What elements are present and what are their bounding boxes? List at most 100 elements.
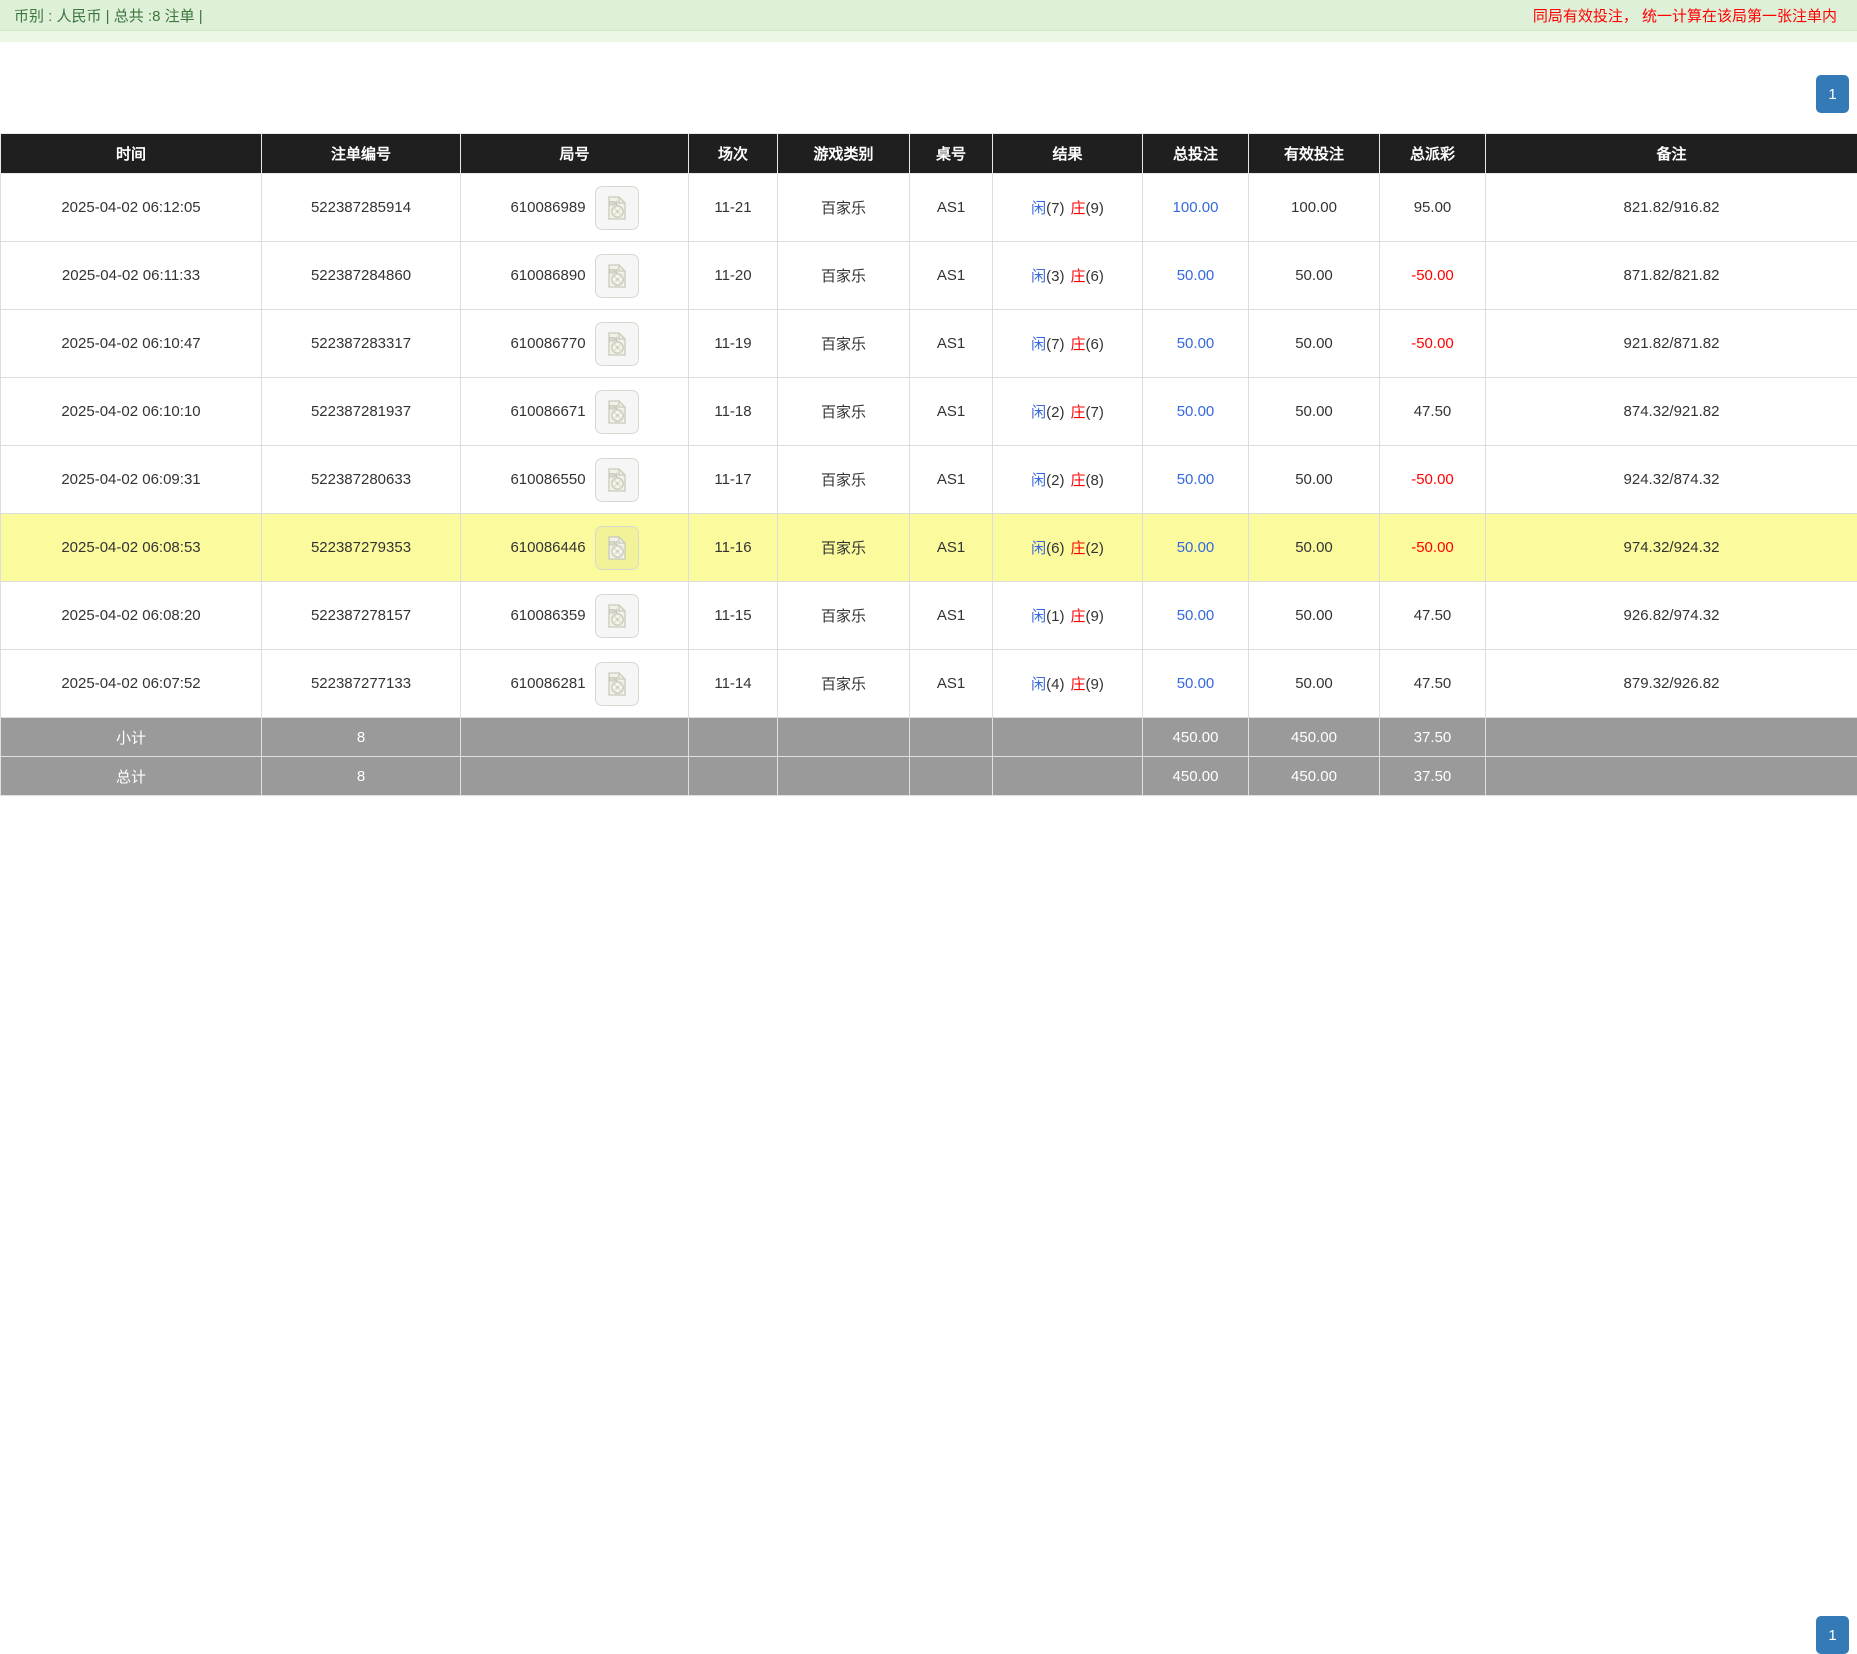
video-replay-button[interactable] [595,594,639,638]
session-cell: 11-18 [689,378,778,446]
banker-result-score: (9) [1086,676,1104,693]
footer-empty-session-cell [689,718,778,757]
remark-cell: 926.82/974.32 [1486,582,1857,650]
table-number-cell: AS1 [910,582,993,650]
topbar-lower-strip [0,31,1857,42]
bet-number-cell: 522387284860 [262,242,461,310]
banker-result-label: 庄 [1071,608,1086,625]
video-replay-button[interactable] [595,186,639,230]
total-bet-link[interactable]: 50.00 [1177,267,1215,284]
round-number-wrap: 610086550 [465,458,684,502]
video-replay-button[interactable] [595,390,639,434]
result-cell: 闲(1)庄(9) [993,582,1143,650]
video-replay-icon [604,467,630,493]
round-number-text: 610086550 [510,471,585,488]
video-replay-button[interactable] [595,322,639,366]
footer-empty-round-cell [461,757,689,796]
footer-empty-session-cell [689,757,778,796]
footer-payout-cell: 37.50 [1380,757,1486,796]
footer-empty-game-cell [778,718,910,757]
table-body: 2025-04-02 06:12:05522387285914610086989… [1,174,1857,718]
player-result-score: (2) [1046,404,1064,421]
total-bet-link[interactable]: 50.00 [1177,539,1215,556]
footer-total-bet-cell: 450.00 [1143,718,1249,757]
round-number-cell: 610086550 [461,446,689,514]
game-type-cell: 百家乐 [778,514,910,582]
video-replay-icon [604,671,630,697]
valid-bet-cell: 50.00 [1249,242,1380,310]
table-row: 2025-04-02 06:07:52522387277133610086281… [1,650,1857,718]
col-header-result: 结果 [993,134,1143,174]
game-type-cell: 百家乐 [778,650,910,718]
player-result-label: 闲 [1031,608,1046,625]
total-bet-link[interactable]: 50.00 [1177,335,1215,352]
session-cell: 11-14 [689,650,778,718]
col-header-remark: 备注 [1486,134,1857,174]
total-bet-link[interactable]: 50.00 [1177,675,1215,692]
total-bet-link[interactable]: 50.00 [1177,607,1215,624]
total-bet-cell: 50.00 [1143,446,1249,514]
footer-empty-result-cell [993,757,1143,796]
video-replay-button[interactable] [595,458,639,502]
bet-records-table: 时间 注单编号 局号 场次 游戏类别 桌号 结果 总投注 有效投注 总派彩 备注… [0,133,1857,796]
time-cell: 2025-04-02 06:07:52 [1,650,262,718]
round-number-cell: 610086281 [461,650,689,718]
player-result-score: (7) [1046,200,1064,217]
round-number-cell: 610086359 [461,582,689,650]
round-number-cell: 610086446 [461,514,689,582]
result-cell: 闲(2)庄(7) [993,378,1143,446]
banker-result-score: (9) [1086,200,1104,217]
valid-bet-cell: 50.00 [1249,514,1380,582]
player-result-label: 闲 [1031,540,1046,557]
pagination-bottom-page-1-button[interactable]: 1 [1816,1616,1849,1654]
col-header-game-type: 游戏类别 [778,134,910,174]
footer-count-cell: 8 [262,718,461,757]
banker-result-score: (6) [1086,268,1104,285]
pagination-page-1-button[interactable]: 1 [1816,75,1849,113]
video-replay-icon [604,195,630,221]
valid-bet-cell: 50.00 [1249,582,1380,650]
col-header-payout: 总派彩 [1380,134,1486,174]
total-bet-link[interactable]: 50.00 [1177,471,1215,488]
footer-label-cell: 小计 [1,718,262,757]
video-replay-icon [604,331,630,357]
game-type-cell: 百家乐 [778,446,910,514]
valid-bet-cell: 100.00 [1249,174,1380,242]
table-row: 2025-04-02 06:08:20522387278157610086359… [1,582,1857,650]
remark-cell: 879.32/926.82 [1486,650,1857,718]
remark-cell: 921.82/871.82 [1486,310,1857,378]
banker-result-label: 庄 [1071,336,1086,353]
table-row: 2025-04-02 06:08:53522387279353610086446… [1,514,1857,582]
round-number-cell: 610086671 [461,378,689,446]
footer-empty-game-cell [778,757,910,796]
round-number-text: 610086989 [510,199,585,216]
remark-cell: 974.32/924.32 [1486,514,1857,582]
time-cell: 2025-04-02 06:11:33 [1,242,262,310]
col-header-time: 时间 [1,134,262,174]
footer-payout-cell: 37.50 [1380,718,1486,757]
video-replay-button[interactable] [595,526,639,570]
remark-cell: 871.82/821.82 [1486,242,1857,310]
result-cell: 闲(7)庄(6) [993,310,1143,378]
player-result-score: (7) [1046,336,1064,353]
video-replay-button[interactable] [595,662,639,706]
col-header-round-number: 局号 [461,134,689,174]
total-bet-link[interactable]: 100.00 [1173,199,1219,216]
game-type-cell: 百家乐 [778,378,910,446]
total-bet-link[interactable]: 50.00 [1177,403,1215,420]
col-header-table-number: 桌号 [910,134,993,174]
round-number-wrap: 610086281 [465,662,684,706]
footer-valid-bet-cell: 450.00 [1249,718,1380,757]
subtotal-row: 小计8450.00450.0037.50 [1,718,1857,757]
round-number-text: 610086890 [510,267,585,284]
valid-bet-cell: 50.00 [1249,446,1380,514]
round-number-wrap: 610086359 [465,594,684,638]
table-row: 2025-04-02 06:12:05522387285914610086989… [1,174,1857,242]
banker-result-score: (7) [1086,404,1104,421]
video-replay-button[interactable] [595,254,639,298]
banker-result-label: 庄 [1071,200,1086,217]
player-result-score: (3) [1046,268,1064,285]
player-result-score: (6) [1046,540,1064,557]
video-replay-icon [604,603,630,629]
total-bet-cell: 50.00 [1143,310,1249,378]
